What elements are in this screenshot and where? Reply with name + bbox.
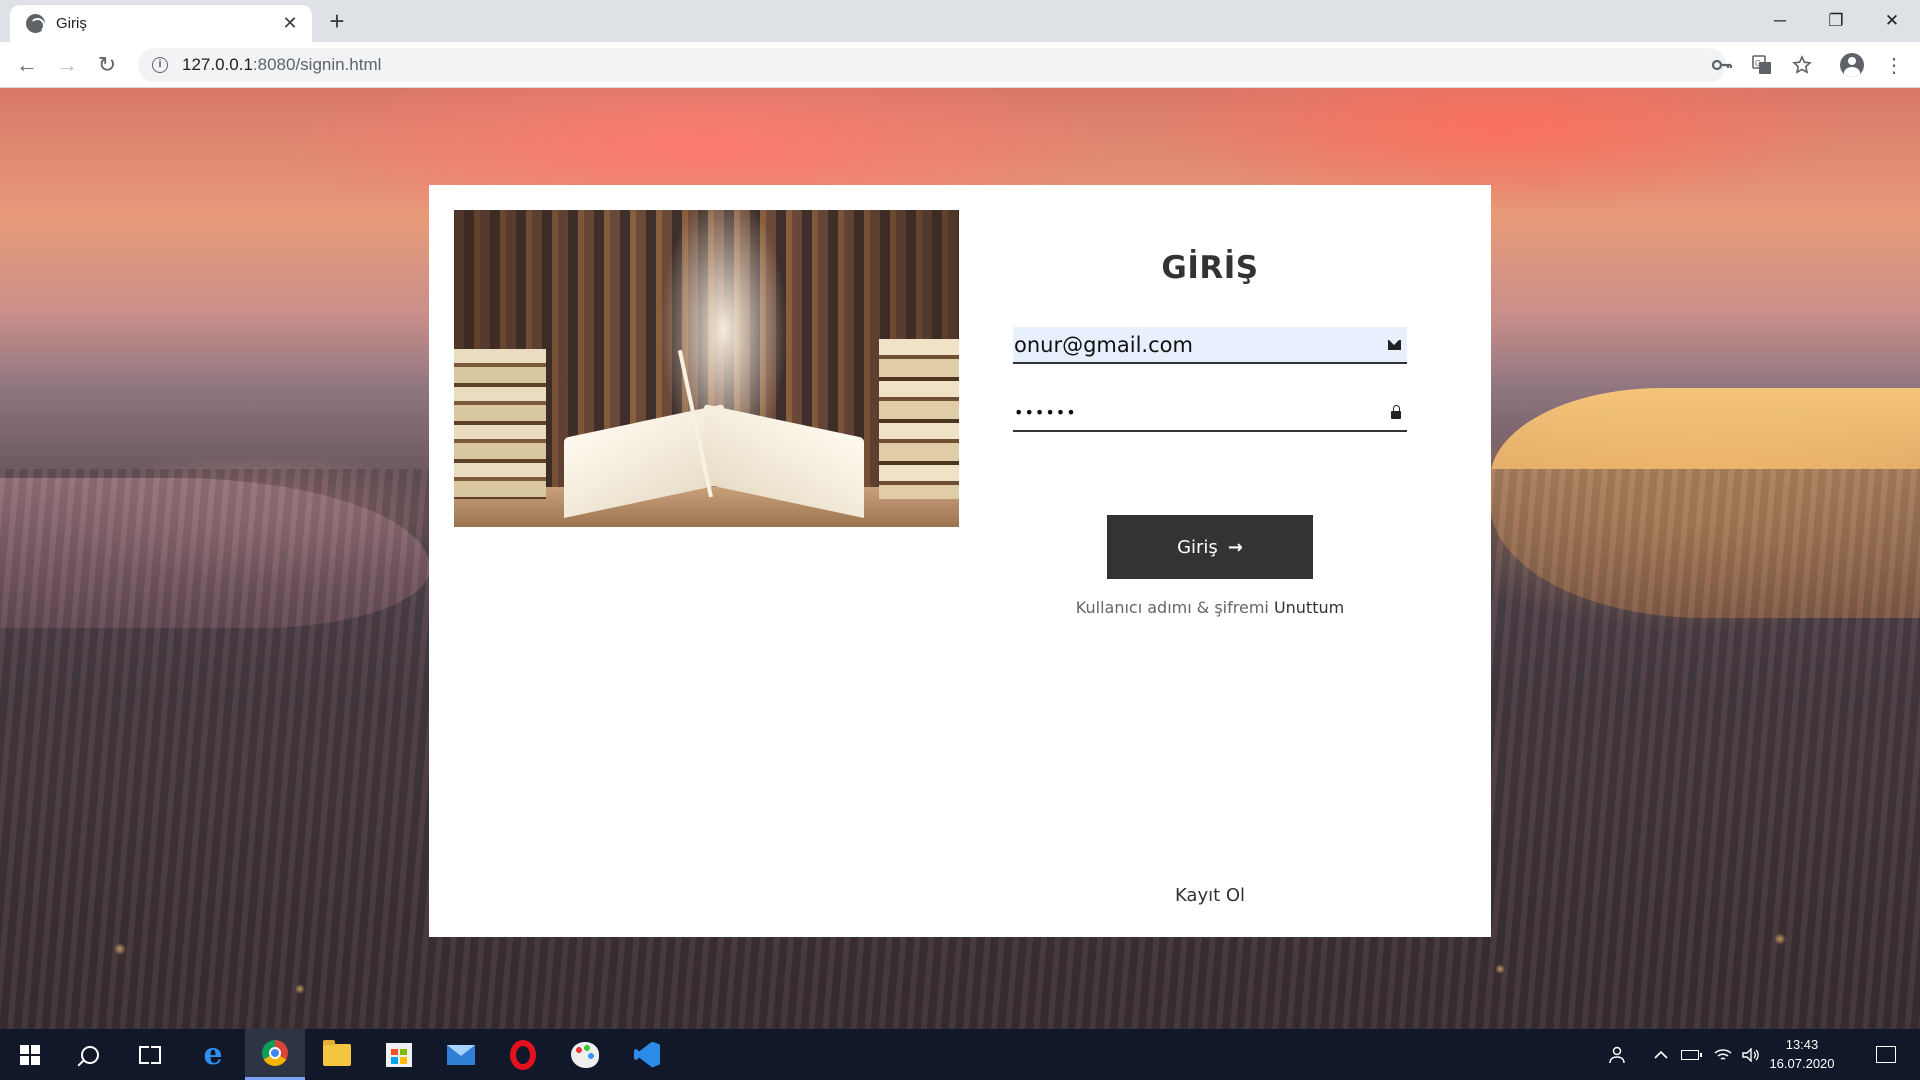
- reload-button[interactable]: ↻: [91, 49, 123, 81]
- login-button-label: Giriş: [1177, 536, 1218, 558]
- clock-date: 16.07.2020: [1769, 1056, 1835, 1071]
- page-title: GİRİŞ: [1161, 250, 1259, 286]
- wifi-icon[interactable]: [1710, 1029, 1736, 1080]
- start-icon[interactable]: [0, 1029, 60, 1080]
- page-background: GİRİŞ onur@gmail.com •••••• Giriş → Kull…: [0, 88, 1920, 1029]
- forward-button[interactable]: →: [51, 49, 83, 81]
- notification-icon[interactable]: [1864, 1029, 1908, 1080]
- battery-icon[interactable]: [1676, 1029, 1704, 1080]
- store-icon[interactable]: [369, 1029, 429, 1080]
- menu-icon[interactable]: ⋮: [1880, 51, 1908, 79]
- login-button[interactable]: Giriş →: [1107, 515, 1313, 579]
- vscode-icon[interactable]: [617, 1029, 677, 1080]
- profile-icon[interactable]: [1838, 51, 1866, 79]
- browser-toolbar: ← → ↻ i 127.0.0.1:8080/signin.html G ⋮: [0, 42, 1920, 88]
- paint-icon[interactable]: [555, 1029, 615, 1080]
- edge-icon[interactable]: e: [183, 1029, 243, 1080]
- forgot-credentials: Kullanıcı adımı & şifremi Unuttum: [1013, 598, 1407, 617]
- envelope-icon: [1388, 339, 1401, 350]
- search-icon[interactable]: [60, 1029, 120, 1080]
- key-icon[interactable]: [1708, 51, 1736, 79]
- task-view-icon[interactable]: [120, 1029, 180, 1080]
- mail-icon[interactable]: [431, 1029, 491, 1080]
- signup-link[interactable]: Kayıt Ol: [1013, 885, 1407, 906]
- site-info-icon[interactable]: i: [152, 57, 168, 73]
- browser-tab-bar: Giriş ✕ + ─ ❐ ✕: [0, 0, 1920, 42]
- password-value[interactable]: ••••••: [1013, 403, 1391, 422]
- chrome-icon[interactable]: [245, 1029, 305, 1080]
- lock-icon: [1391, 405, 1401, 419]
- url-text: 127.0.0.1:8080/signin.html: [182, 55, 382, 74]
- clock-time: 13:43: [1785, 1037, 1819, 1052]
- tab-signin[interactable]: Giriş ✕: [10, 5, 312, 42]
- globe-icon: [26, 14, 45, 33]
- chevron-up-icon[interactable]: [1648, 1029, 1674, 1080]
- file-explorer-icon[interactable]: [307, 1029, 367, 1080]
- forgot-link[interactable]: Unuttum: [1274, 598, 1344, 617]
- volume-icon[interactable]: [1738, 1029, 1764, 1080]
- new-tab-button[interactable]: +: [322, 6, 352, 36]
- tab-close-icon[interactable]: ✕: [280, 13, 300, 34]
- svg-text:G: G: [1755, 59, 1761, 68]
- login-card: GİRİŞ onur@gmail.com •••••• Giriş → Kull…: [429, 185, 1491, 937]
- clock[interactable]: 13:43 16.07.2020: [1762, 1035, 1842, 1073]
- opera-icon[interactable]: [493, 1029, 553, 1080]
- forgot-text: Kullanıcı adımı & şifremi: [1075, 598, 1269, 617]
- password-field[interactable]: ••••••: [1013, 395, 1407, 432]
- minimize-button[interactable]: ─: [1752, 0, 1808, 42]
- arrow-right-icon: →: [1227, 536, 1243, 558]
- tab-title: Giriş: [56, 15, 87, 32]
- close-window-button[interactable]: ✕: [1864, 0, 1920, 42]
- taskbar: e 13:43 16.07.2020: [0, 1029, 1920, 1080]
- star-icon[interactable]: [1788, 51, 1816, 79]
- address-bar[interactable]: i 127.0.0.1:8080/signin.html: [138, 48, 1726, 82]
- maximize-button[interactable]: ❐: [1808, 0, 1864, 42]
- email-value[interactable]: onur@gmail.com: [1013, 333, 1388, 357]
- email-field[interactable]: onur@gmail.com: [1013, 327, 1407, 364]
- library-book-image: [454, 210, 959, 527]
- translate-icon[interactable]: G: [1748, 51, 1776, 79]
- back-button[interactable]: ←: [11, 49, 43, 81]
- people-icon[interactable]: [1604, 1029, 1634, 1080]
